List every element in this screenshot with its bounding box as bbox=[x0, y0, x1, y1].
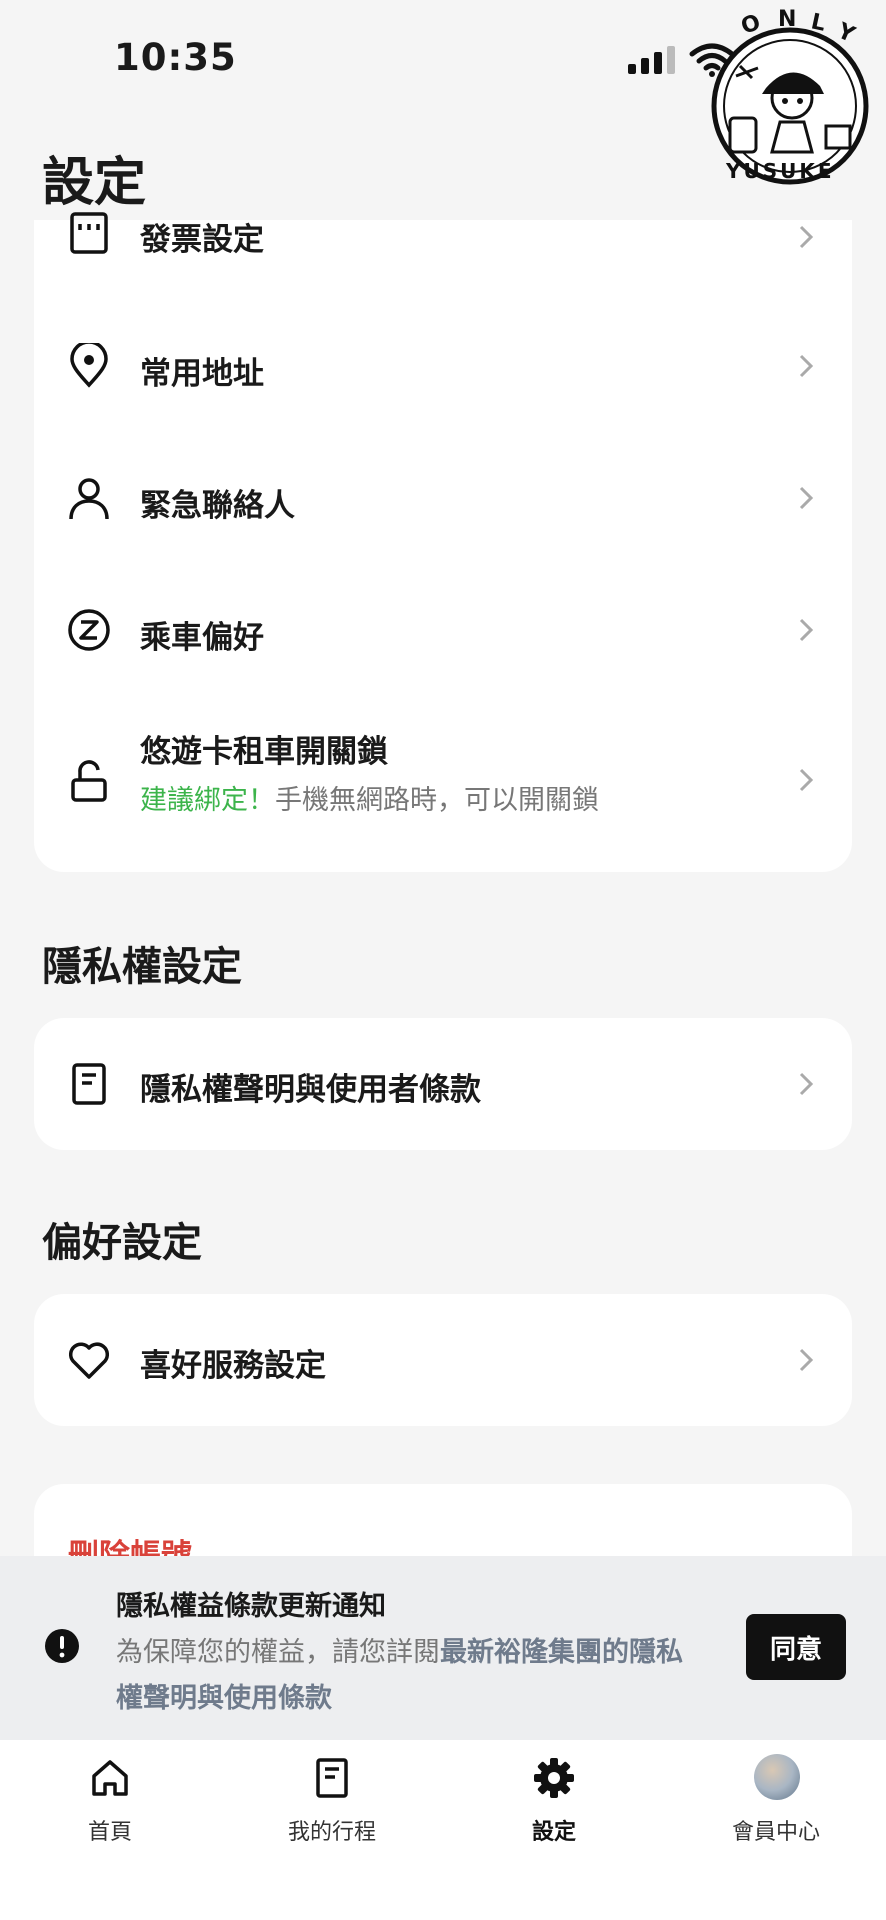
settings-row-hint: 建議綁定！手機無網路時，可以開關鎖 bbox=[140, 778, 599, 817]
preference-card: 喜好服務設定 bbox=[34, 1294, 852, 1426]
notice-body-text: 為保障您的權益，請您詳閱 bbox=[116, 1637, 440, 1668]
settings-row-ride-preference[interactable]: 乘車偏好 bbox=[34, 574, 852, 686]
receipt-icon bbox=[70, 212, 108, 254]
settings-row-label: 乘車偏好 bbox=[140, 620, 264, 656]
chevron-right-icon bbox=[799, 1072, 814, 1096]
hint-detail: 手機無網路時，可以開關鎖 bbox=[275, 785, 599, 816]
settings-row-privacy-terms[interactable]: 隱私權聲明與使用者條款 bbox=[34, 1018, 852, 1150]
chevron-right-icon bbox=[799, 1348, 814, 1372]
privacy-card: 隱私權聲明與使用者條款 bbox=[34, 1018, 852, 1150]
chevron-right-icon bbox=[799, 618, 814, 642]
settings-row-address[interactable]: 常用地址 bbox=[34, 310, 852, 422]
settings-row-label: 悠遊卡租車開關鎖 bbox=[140, 734, 388, 770]
map-pin-icon bbox=[70, 343, 108, 388]
chevron-right-icon bbox=[799, 354, 814, 378]
bottom-tab-bar: 首頁 我的行程 設定 會員中心 bbox=[0, 1740, 886, 1920]
settings-row-label: 緊急聯絡人 bbox=[140, 488, 295, 524]
avatar bbox=[754, 1754, 800, 1800]
agree-button[interactable]: 同意 bbox=[746, 1614, 846, 1680]
document-icon bbox=[316, 1758, 348, 1798]
settings-row-invoice[interactable]: 發票設定 bbox=[34, 196, 852, 276]
only-yusuke-logo: O N L Y YUSUKE bbox=[711, 7, 869, 185]
tab-member-center[interactable]: 會員中心 bbox=[686, 1750, 866, 1850]
privacy-update-notice: 隱私權益條款更新通知 為保障您的權益，請您詳閱最新裕隆集團的隱私權聲明與使用條款… bbox=[0, 1556, 886, 1740]
chevron-right-icon bbox=[799, 225, 814, 249]
tab-label: 我的行程 bbox=[287, 1820, 376, 1845]
settings-row-label: 常用地址 bbox=[140, 356, 264, 392]
settings-row-label: 發票設定 bbox=[140, 222, 264, 258]
tab-home[interactable]: 首頁 bbox=[20, 1750, 200, 1850]
svg-text:N: N bbox=[778, 7, 796, 32]
settings-row-emergency-contact[interactable]: 緊急聯絡人 bbox=[34, 442, 852, 554]
gear-icon bbox=[534, 1758, 574, 1798]
z-circle-icon bbox=[68, 609, 110, 651]
tab-label: 首頁 bbox=[87, 1820, 132, 1845]
alert-icon bbox=[45, 1629, 79, 1663]
account-settings-card: 發票設定 常用地址 緊急聯絡人 乘車偏好 悠遊卡租車開關鎖 建議綁定！手機無網路… bbox=[34, 212, 852, 872]
tab-settings[interactable]: 設定 bbox=[464, 1750, 644, 1850]
tab-label: 設定 bbox=[531, 1820, 576, 1845]
tab-my-trips[interactable]: 我的行程 bbox=[242, 1750, 422, 1850]
privacy-section-title: 隱私權設定 bbox=[42, 944, 242, 990]
document-icon bbox=[72, 1063, 106, 1105]
hint-recommend: 建議綁定！ bbox=[140, 785, 275, 816]
settings-row-label: 隱私權聲明與使用者條款 bbox=[140, 1072, 481, 1108]
svg-text:YUSUKE: YUSUKE bbox=[725, 159, 835, 183]
chevron-right-icon bbox=[799, 768, 814, 792]
status-time: 10:35 bbox=[114, 36, 237, 79]
settings-row-label: 喜好服務設定 bbox=[140, 1348, 326, 1384]
notice-body: 為保障您的權益，請您詳閱最新裕隆集團的隱私權聲明與使用條款 bbox=[116, 1630, 706, 1722]
signal-icon bbox=[628, 46, 675, 74]
lock-icon bbox=[71, 760, 107, 802]
svg-text:L: L bbox=[809, 9, 828, 36]
notice-title: 隱私權益條款更新通知 bbox=[116, 1591, 386, 1622]
tab-label: 會員中心 bbox=[731, 1820, 820, 1845]
settings-row-favorite-services[interactable]: 喜好服務設定 bbox=[34, 1294, 852, 1426]
person-icon bbox=[69, 478, 109, 520]
chevron-right-icon bbox=[799, 486, 814, 510]
heart-icon bbox=[68, 1342, 110, 1379]
home-icon bbox=[92, 1760, 128, 1796]
settings-row-easycard-lock[interactable]: 悠遊卡租車開關鎖 建議綁定！手機無網路時，可以開關鎖 bbox=[34, 710, 852, 850]
preference-section-title: 偏好設定 bbox=[42, 1220, 202, 1266]
